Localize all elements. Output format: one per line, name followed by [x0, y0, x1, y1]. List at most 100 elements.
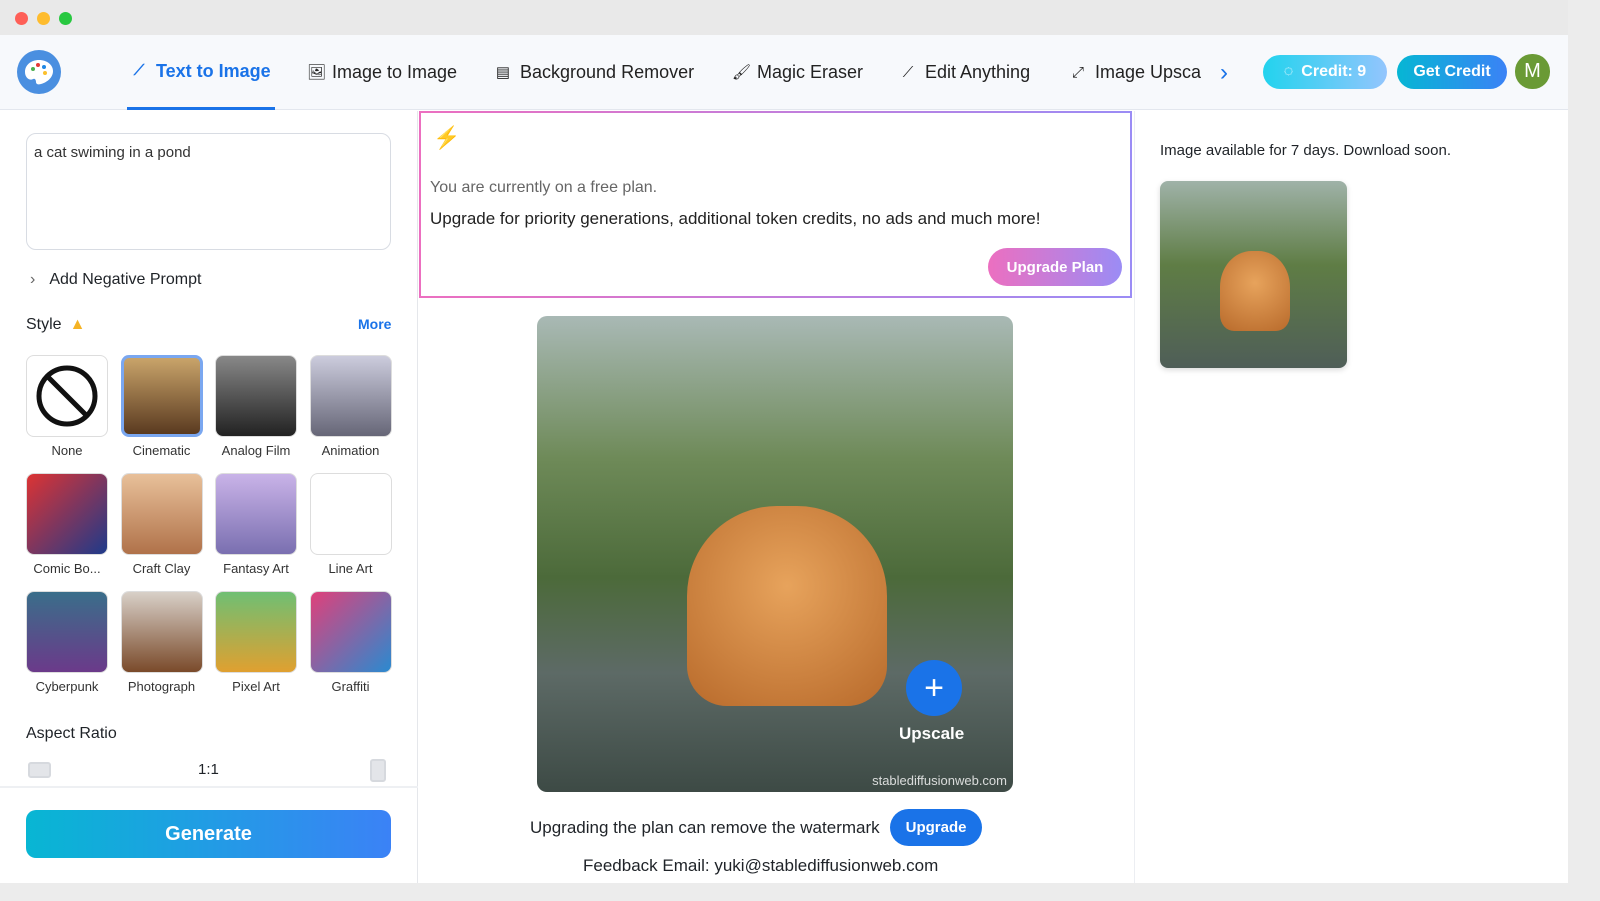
style-label: Cyberpunk: [35, 679, 99, 694]
title-bar: [0, 0, 1568, 35]
tab-label: Magic Eraser: [757, 62, 864, 82]
style-label: Comic Bo...: [33, 561, 101, 576]
style-grid: None Cinematic Analog Film Animation Comic B…: [26, 355, 392, 694]
style-heading: Style ▲: [26, 316, 85, 334]
watermark-note-row: Upgrading the plan can remove the waterm…: [530, 809, 983, 846]
style-label: None: [51, 443, 83, 458]
background-remover-icon: ▤: [495, 63, 511, 81]
tab-label: Image Upsca: [1095, 62, 1202, 82]
style-option-analog-film[interactable]: Analog Film: [215, 355, 297, 458]
tab-edit-anything[interactable]: ⟋ Edit Anything: [900, 35, 1030, 110]
style-option-graffiti[interactable]: Graffiti: [309, 591, 392, 694]
lightning-icon: ⚡: [433, 125, 461, 150]
minimize-window-button[interactable]: [37, 12, 50, 25]
style-option-cyberpunk[interactable]: Cyberpunk: [26, 591, 108, 694]
maximize-window-button[interactable]: [59, 12, 72, 25]
tab-magic-eraser[interactable]: 🖌 Magic Eraser: [732, 35, 863, 110]
upgrade-label: Upgrade: [905, 819, 967, 836]
get-credit-label: Get Credit: [1413, 63, 1491, 80]
aspect-ratio-value: 1:1: [198, 761, 219, 778]
upgrade-button[interactable]: Upgrade: [889, 809, 983, 846]
style-label: Fantasy Art: [223, 561, 289, 576]
feedback-email: Feedback Email: yuki@stablediffusionweb.…: [583, 856, 939, 875]
style-thumbnail: [26, 591, 108, 673]
prompt-input[interactable]: a cat swiming in a pond: [26, 133, 391, 250]
style-option-cinematic[interactable]: Cinematic: [120, 355, 203, 458]
watermark: stablediffusionweb.com: [872, 773, 1007, 788]
history-thumbnail[interactable]: [1160, 181, 1347, 368]
style-label: Analog Film: [221, 443, 291, 458]
style-option-fantasy-art[interactable]: Fantasy Art: [215, 473, 297, 576]
upgrade-plan-button[interactable]: Upgrade Plan: [988, 248, 1122, 286]
style-label: Animation: [321, 443, 380, 458]
app-window: ⟋ Text to Image 🖼 Image to Image ▤ Backgrou…: [0, 0, 1568, 883]
generate-area: Generate: [0, 786, 418, 883]
avatar-initial: M: [1524, 60, 1541, 82]
tab-label: Image to Image: [332, 62, 458, 82]
style-option-none[interactable]: None: [26, 355, 108, 458]
watermark-note: Upgrading the plan can remove the waterm…: [530, 817, 880, 837]
history-panel: Image available for 7 days. Download soo…: [1134, 111, 1568, 883]
sidebar: a cat swiming in a pond › Add Negative Pr…: [0, 111, 418, 883]
upgrade-banner: ⚡ You are currently on a free plan. Upgr…: [419, 111, 1132, 298]
credit-badge[interactable]: ◌ Credit: 9: [1263, 55, 1387, 89]
cat-figure: [1220, 251, 1290, 331]
style-thumbnail: [120, 591, 203, 673]
style-thumbnail: [26, 473, 108, 555]
brush-icon: 🖌: [732, 63, 752, 81]
style-option-photograph[interactable]: Photograph: [120, 591, 203, 694]
tab-label: Background Remover: [520, 62, 695, 82]
style-thumbnail: [309, 355, 392, 437]
style-label: Style: [26, 316, 62, 333]
credit-icon: ◌: [1283, 63, 1294, 80]
generate-button[interactable]: Generate: [26, 810, 391, 858]
more-styles-link[interactable]: More: [358, 316, 391, 332]
style-option-pixel-art[interactable]: Pixel Art: [215, 591, 297, 694]
magic-wand-icon: ⟋: [902, 63, 914, 81]
upscale-button[interactable]: +: [906, 660, 962, 716]
style-label: Pixel Art: [232, 679, 280, 694]
credit-label: Credit: 9: [1301, 63, 1367, 80]
style-option-line-art[interactable]: Line Art: [309, 473, 392, 576]
generated-image[interactable]: + Upscale stablediffusionweb.com: [537, 316, 1013, 792]
main-panel: ⚡ You are currently on a free plan. Upgr…: [419, 111, 1133, 883]
upgrade-benefits-text: Upgrade for priority generations, additi…: [430, 209, 1041, 228]
style-option-craft-clay[interactable]: Craft Clay: [120, 473, 203, 576]
avatar[interactable]: M: [1515, 54, 1550, 89]
style-thumbnail: [309, 591, 392, 673]
warning-icon: ▲: [69, 316, 86, 333]
add-negative-prompt-toggle[interactable]: › Add Negative Prompt: [30, 271, 201, 289]
style-thumbnail: [215, 473, 297, 555]
style-label: Cinematic: [132, 443, 191, 458]
style-thumbnail: [215, 591, 297, 673]
style-label: Line Art: [328, 561, 373, 576]
upscale-label[interactable]: Upscale: [899, 724, 964, 744]
aspect-ratio-slider[interactable]: 1:1: [26, 759, 388, 782]
style-label: Craft Clay: [132, 561, 191, 576]
upgrade-plan-label: Upgrade Plan: [1006, 258, 1104, 276]
expand-icon: ⤢: [1071, 63, 1084, 81]
portrait-icon[interactable]: [370, 759, 386, 782]
get-credit-button[interactable]: Get Credit: [1397, 55, 1507, 89]
style-option-animation[interactable]: Animation: [309, 355, 392, 458]
tab-background-remover[interactable]: ▤ Background Remover: [495, 35, 694, 110]
landscape-icon[interactable]: [28, 762, 51, 778]
image-icon: 🖼: [307, 63, 327, 81]
none-icon: [26, 355, 108, 437]
tab-label: Text to Image: [156, 60, 271, 81]
tab-image-to-image[interactable]: 🖼 Image to Image: [307, 35, 457, 110]
negative-prompt-label: Add Negative Prompt: [49, 271, 202, 288]
availability-notice: Image available for 7 days. Download soo…: [1160, 142, 1452, 159]
tab-label: Edit Anything: [925, 62, 1031, 82]
style-option-comic-bo[interactable]: Comic Bo...: [26, 473, 108, 576]
close-window-button[interactable]: [15, 12, 28, 25]
tab-text-to-image[interactable]: ⟋ Text to Image: [127, 35, 275, 110]
plus-icon: +: [924, 668, 944, 707]
scroll-tabs-right-button[interactable]: ›: [1220, 35, 1228, 110]
app-logo[interactable]: [17, 50, 61, 94]
aspect-ratio-label: Aspect Ratio: [26, 725, 117, 742]
chevron-right-icon: ›: [1220, 58, 1228, 86]
style-label: Photograph: [127, 679, 196, 694]
tab-image-upscale[interactable]: ⤢ Image Upsca: [1070, 35, 1205, 110]
style-label: Graffiti: [331, 679, 370, 694]
